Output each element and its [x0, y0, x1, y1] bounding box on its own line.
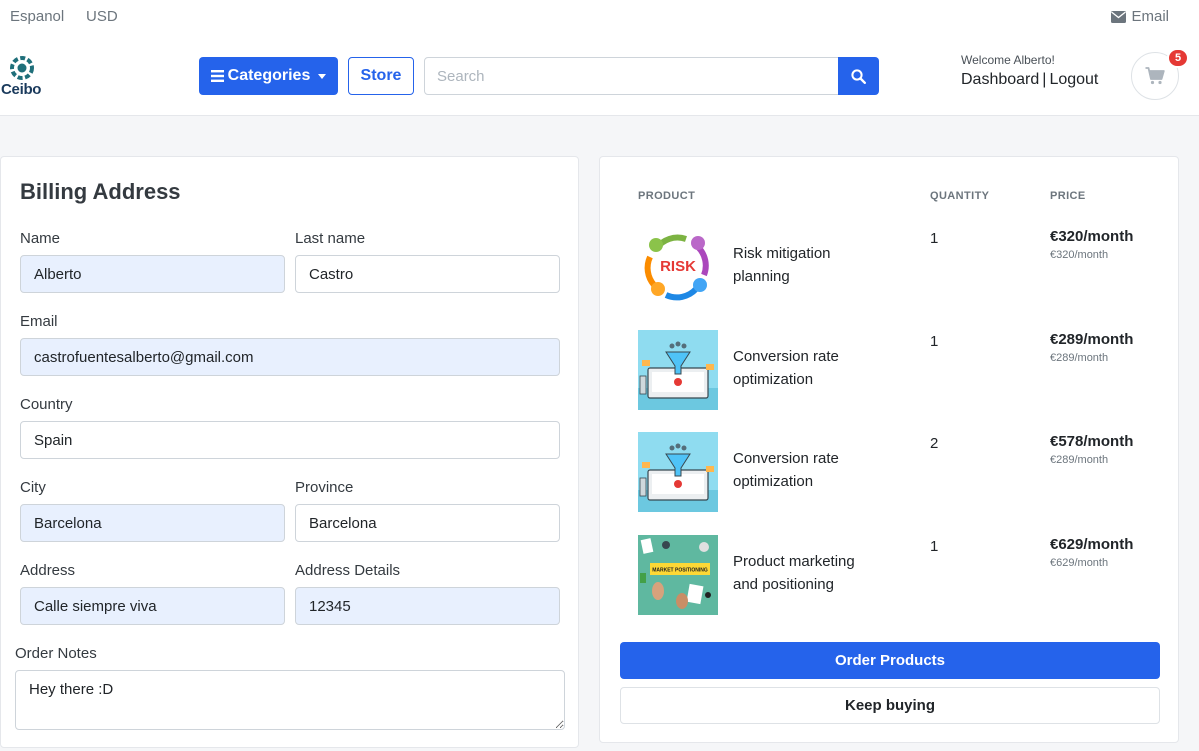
- address-details-label: Address Details: [295, 562, 401, 579]
- logo-text: Ceibo: [1, 81, 42, 98]
- email-label: Email: [1131, 8, 1169, 25]
- product-column-header: PRODUCT: [638, 190, 696, 202]
- email-field[interactable]: [20, 338, 560, 376]
- search-icon: [851, 68, 866, 84]
- product-unit-price: €320/month: [1050, 249, 1109, 261]
- province-field[interactable]: [295, 504, 560, 542]
- order-item-row: Conversion rate optimization 1 €289/mont…: [600, 330, 1180, 430]
- cart-count-badge: 5: [1167, 48, 1189, 68]
- product-quantity: 1: [930, 333, 939, 350]
- hamburger-icon: [210, 70, 224, 82]
- risk-mitigation-image: RISK: [638, 227, 718, 307]
- categories-button[interactable]: Categories: [199, 57, 338, 95]
- address-details-field[interactable]: [295, 587, 560, 625]
- caret-down-icon: [318, 73, 327, 79]
- product-name[interactable]: Conversion rate optimization: [733, 447, 883, 493]
- top-bar: Espanol USD Email: [0, 0, 1199, 36]
- ceibo-logo-icon: [10, 56, 34, 80]
- logout-link[interactable]: Logout: [1049, 71, 1098, 88]
- last-name-field[interactable]: [295, 255, 560, 293]
- envelope-icon: [1111, 10, 1127, 23]
- address-field[interactable]: [20, 587, 285, 625]
- product-marketing-image: MARKET POSITIONING: [638, 535, 718, 615]
- order-item-row: Conversion rate optimization 2 €578/mont…: [600, 432, 1180, 532]
- currency-link[interactable]: USD: [86, 8, 118, 25]
- billing-title: Billing Address: [20, 179, 181, 204]
- quantity-column-header: QUANTITY: [930, 190, 990, 202]
- product-quantity: 1: [930, 230, 939, 247]
- search-button[interactable]: [838, 57, 879, 95]
- market-image-banner: MARKET POSITIONING: [652, 568, 708, 574]
- logo[interactable]: Ceibo: [1, 53, 49, 99]
- conversion-rate-image: [638, 432, 718, 512]
- product-name[interactable]: Conversion rate optimization: [733, 345, 883, 391]
- account-links: Dashboard | Logout: [961, 71, 1098, 89]
- last-name-label: Last name: [295, 230, 366, 247]
- order-products-button[interactable]: Order Products: [620, 642, 1160, 679]
- email-link[interactable]: Email: [1111, 8, 1169, 25]
- product-total-price: €320/month: [1050, 228, 1134, 245]
- keep-buying-button[interactable]: Keep buying: [620, 687, 1160, 724]
- country-field[interactable]: [20, 421, 560, 459]
- language-link[interactable]: Espanol: [10, 8, 64, 25]
- categories-label: Categories: [227, 67, 311, 84]
- product-unit-price: €289/month: [1050, 454, 1109, 466]
- link-separator: |: [1042, 71, 1047, 88]
- price-column-header: PRICE: [1050, 190, 1086, 202]
- product-total-price: €629/month: [1050, 536, 1134, 553]
- dashboard-link[interactable]: Dashboard: [961, 71, 1039, 88]
- conversion-rate-image: [638, 330, 718, 410]
- product-unit-price: €629/month: [1050, 557, 1109, 569]
- city-field[interactable]: [20, 504, 285, 542]
- store-button[interactable]: Store: [348, 57, 414, 95]
- billing-address-card: Billing Address Name Last name Email Cou…: [0, 156, 579, 748]
- city-label: City: [20, 479, 46, 496]
- welcome-text: Welcome Alberto!: [961, 53, 1055, 67]
- order-notes-label: Order Notes: [15, 645, 97, 662]
- main-header: Ceibo Categories Store Welcome Alberto! …: [0, 36, 1199, 116]
- province-label: Province: [295, 479, 354, 496]
- product-quantity: 1: [930, 538, 939, 555]
- name-label: Name: [20, 230, 61, 247]
- product-name[interactable]: Risk mitigation planning: [733, 242, 883, 288]
- product-total-price: €578/month: [1050, 433, 1134, 450]
- order-summary-card: PRODUCT QUANTITY PRICE RISK Risk mitigat…: [599, 156, 1179, 743]
- product-unit-price: €289/month: [1050, 352, 1109, 364]
- product-total-price: €289/month: [1050, 331, 1134, 348]
- order-item-row: MARKET POSITIONING Product marketing and…: [600, 535, 1180, 635]
- order-item-row: RISK Risk mitigation planning 1 €320/mon…: [600, 227, 1180, 327]
- product-quantity: 2: [930, 435, 939, 452]
- address-label: Address: [20, 562, 76, 579]
- country-label: Country: [20, 396, 73, 413]
- shopping-cart-icon: [1145, 67, 1165, 85]
- search-input[interactable]: [424, 57, 839, 95]
- name-field[interactable]: [20, 255, 285, 293]
- risk-image-word: RISK: [660, 258, 696, 275]
- product-name[interactable]: Product marketing and positioning: [733, 550, 883, 596]
- order-notes-field[interactable]: Hey there :D: [15, 670, 565, 730]
- email-label: Email: [20, 313, 58, 330]
